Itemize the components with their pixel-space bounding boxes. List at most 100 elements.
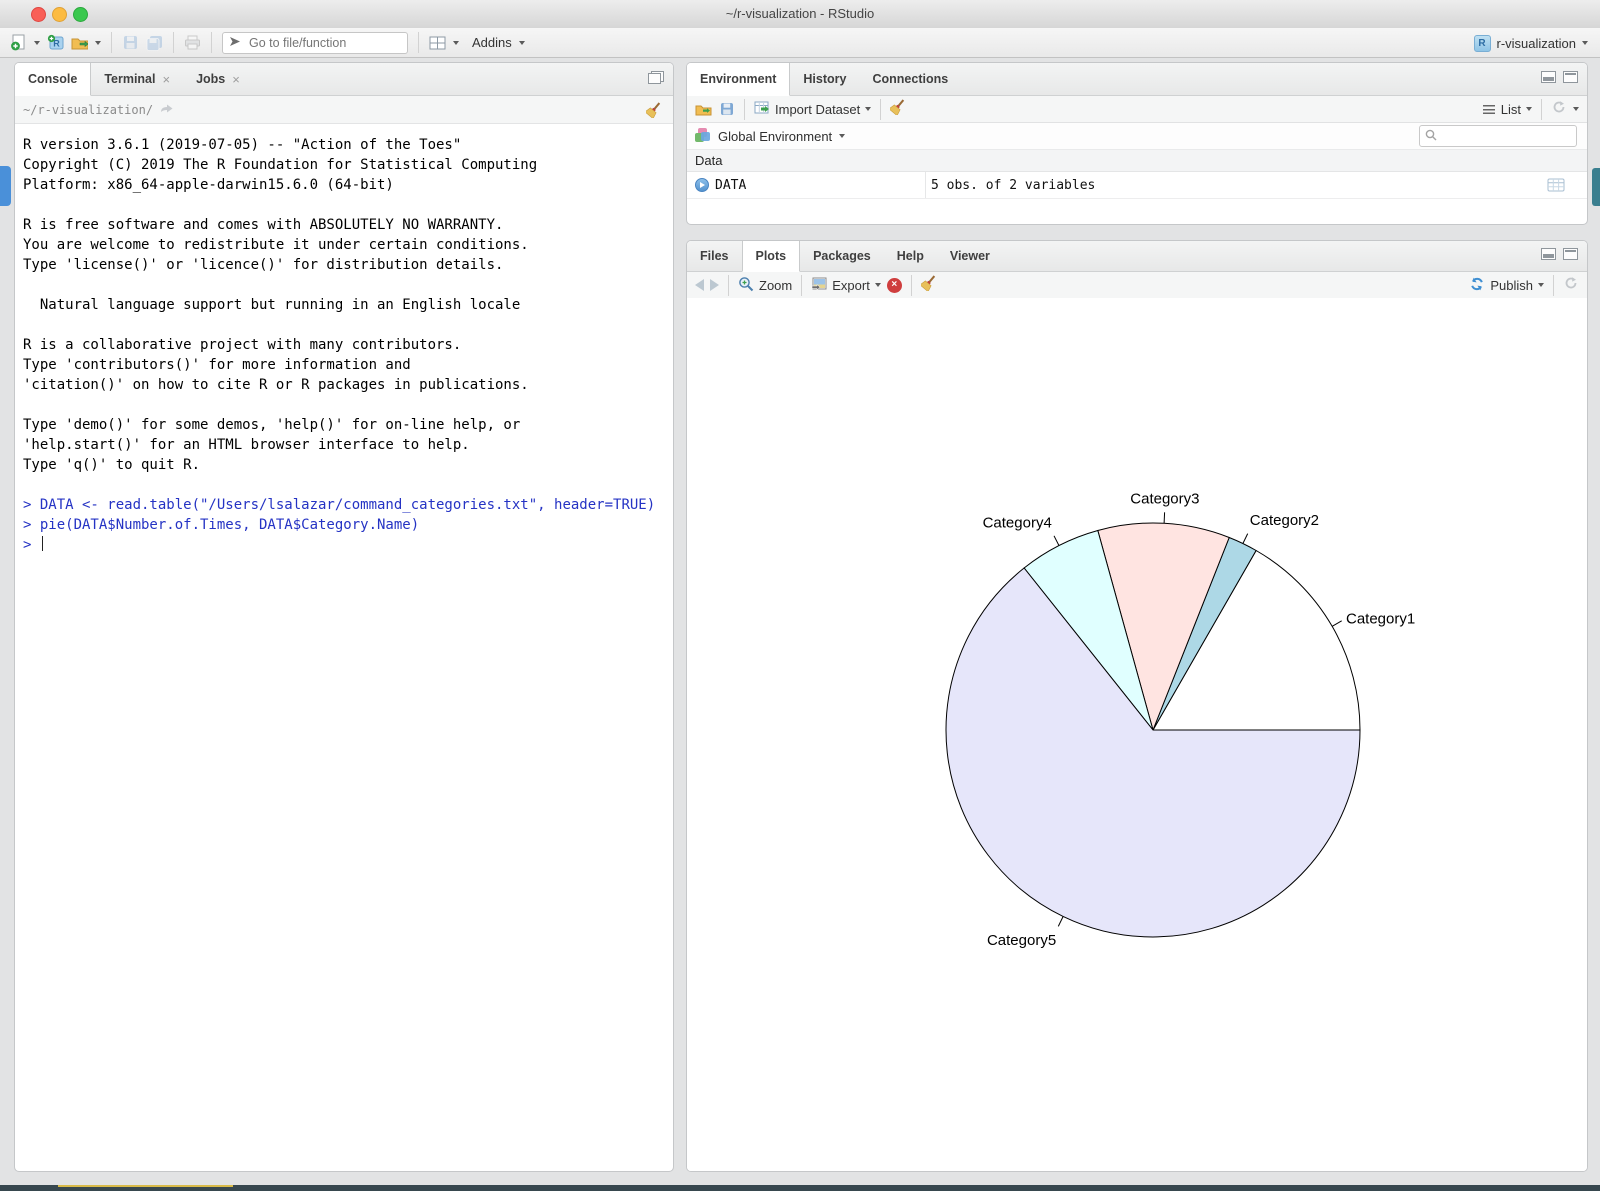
- console-tabbar: Console Terminal × Jobs ×: [15, 63, 673, 96]
- console-output-line: R is a collaborative project with many c…: [23, 335, 665, 355]
- save-icon[interactable]: [122, 34, 139, 51]
- addins-menu[interactable]: Addins: [472, 35, 512, 50]
- refresh-environment-dropdown-icon[interactable]: [1573, 107, 1579, 111]
- tab-plots[interactable]: Plots: [742, 241, 801, 272]
- minimize-plots-pane-icon[interactable]: [1541, 248, 1556, 260]
- tab-history[interactable]: History: [790, 63, 859, 95]
- print-icon[interactable]: [184, 34, 201, 51]
- pie-tick: [1164, 512, 1165, 523]
- tab-files-label: Files: [700, 249, 729, 263]
- environment-toolbar: Import Dataset List: [687, 96, 1587, 123]
- load-workspace-icon[interactable]: [695, 101, 712, 118]
- tab-files[interactable]: Files: [687, 241, 742, 271]
- new-file-dropdown-icon[interactable]: [34, 41, 40, 45]
- list-view-button[interactable]: List: [1501, 102, 1532, 117]
- console-input-line: > pie(DATA$Number.of.Times, DATA$Categor…: [23, 515, 665, 535]
- tab-plots-label: Plots: [756, 249, 787, 263]
- publish-icon: [1469, 276, 1485, 295]
- goto-arrow-icon: [229, 34, 241, 52]
- toolbar-separator: [418, 32, 419, 53]
- pie-label-category2: Category2: [1250, 512, 1319, 529]
- maximize-plots-pane-icon[interactable]: [1563, 248, 1578, 260]
- export-plot-button[interactable]: Export: [811, 277, 881, 294]
- list-view-icon: [1483, 105, 1495, 114]
- close-jobs-tab-icon[interactable]: ×: [232, 73, 240, 86]
- publish-plot-button[interactable]: Publish: [1469, 276, 1544, 295]
- goto-file-input[interactable]: [247, 35, 381, 51]
- console-output-line: Type 'contributors()' for more informati…: [23, 355, 665, 375]
- pie-label-category1: Category1: [1346, 610, 1415, 627]
- pie-chart-svg: Category1Category2Category3Category4Cate…: [687, 298, 1588, 1172]
- tab-connections[interactable]: Connections: [859, 63, 961, 95]
- environment-scope-dropdown-icon[interactable]: [839, 134, 845, 138]
- console-output-line: Type 'q()' to quit R.: [23, 455, 665, 475]
- goto-file-search[interactable]: [222, 32, 408, 54]
- addins-dropdown-icon[interactable]: [519, 41, 525, 45]
- publish-dropdown-icon: [1538, 283, 1544, 287]
- console-output-line: R is free software and comes with ABSOLU…: [23, 215, 665, 235]
- tab-jobs[interactable]: Jobs ×: [183, 63, 253, 95]
- tab-environment-label: Environment: [700, 72, 776, 86]
- close-terminal-tab-icon[interactable]: ×: [162, 73, 170, 86]
- tab-environment[interactable]: Environment: [687, 63, 790, 96]
- refresh-plot-icon[interactable]: [1563, 275, 1579, 296]
- previous-plot-icon[interactable]: [695, 279, 704, 291]
- console-prompt-line[interactable]: >: [23, 535, 665, 555]
- console-output-line: 'help.start()' for an HTML browser inter…: [23, 435, 665, 455]
- background-window-fragment-right: [1592, 168, 1600, 206]
- clear-environment-icon[interactable]: [890, 98, 907, 120]
- next-plot-icon[interactable]: [710, 279, 719, 291]
- toolbar-separator: [744, 99, 745, 120]
- tab-help-label: Help: [897, 249, 924, 263]
- clear-all-plots-icon[interactable]: [921, 274, 938, 296]
- zoom-plot-label: Zoom: [759, 278, 792, 293]
- toolbar-separator: [1541, 99, 1542, 120]
- tab-history-label: History: [803, 72, 846, 86]
- pie-label-category3: Category3: [1130, 490, 1199, 507]
- tab-packages[interactable]: Packages: [800, 241, 884, 271]
- publish-plot-label: Publish: [1490, 278, 1533, 293]
- new-file-icon[interactable]: [10, 34, 27, 51]
- tab-terminal[interactable]: Terminal ×: [91, 63, 183, 95]
- new-project-icon[interactable]: R: [47, 34, 64, 51]
- tab-help[interactable]: Help: [884, 241, 937, 271]
- expand-object-icon[interactable]: [695, 178, 709, 192]
- environment-tabbar: Environment History Connections: [687, 63, 1587, 96]
- save-all-icon[interactable]: [146, 34, 163, 51]
- import-dataset-label: Import Dataset: [775, 102, 860, 117]
- goto-directory-icon[interactable]: [160, 103, 174, 117]
- project-menu-button[interactable]: R r-visualization: [1474, 28, 1588, 58]
- save-workspace-icon[interactable]: [718, 101, 735, 118]
- open-file-icon[interactable]: [71, 34, 88, 51]
- tab-console[interactable]: Console: [15, 63, 91, 96]
- view-data-grid-icon[interactable]: [1547, 178, 1565, 196]
- export-dropdown-icon: [875, 283, 881, 287]
- tab-console-label: Console: [28, 72, 77, 86]
- tab-viewer[interactable]: Viewer: [937, 241, 1003, 271]
- console-output[interactable]: R version 3.6.1 (2019-07-05) -- "Action …: [15, 124, 673, 566]
- environment-search-box[interactable]: [1419, 125, 1577, 147]
- environment-scope-label[interactable]: Global Environment: [718, 129, 832, 144]
- working-directory: ~/r-visualization/: [23, 103, 153, 117]
- environment-pane: Environment History Connections Import D…: [686, 62, 1588, 225]
- remove-plot-icon[interactable]: ×: [887, 278, 902, 293]
- import-dataset-button[interactable]: Import Dataset: [754, 101, 871, 117]
- environment-search-input[interactable]: [1442, 128, 1556, 144]
- clear-console-icon[interactable]: [646, 101, 663, 121]
- text-cursor: [42, 536, 44, 551]
- toolbar-separator: [728, 275, 729, 296]
- refresh-environment-icon[interactable]: [1551, 99, 1567, 120]
- maximize-environment-pane-icon[interactable]: [1563, 71, 1578, 83]
- pie-tick: [1332, 621, 1342, 627]
- environment-object-row[interactable]: DATA 5 obs. of 2 variables: [687, 172, 1587, 199]
- pane-layout-dropdown-icon[interactable]: [453, 41, 459, 45]
- pie-label-category4: Category4: [983, 514, 1052, 531]
- zoom-plot-button[interactable]: Zoom: [738, 276, 792, 295]
- tab-jobs-label: Jobs: [196, 72, 225, 86]
- open-file-dropdown-icon[interactable]: [95, 41, 101, 45]
- toolbar-separator: [1553, 275, 1554, 296]
- minimize-environment-pane-icon[interactable]: [1541, 71, 1556, 83]
- console-output-line: Platform: x86_64-apple-darwin15.6.0 (64-…: [23, 175, 665, 195]
- maximize-console-pane-icon[interactable]: [648, 71, 664, 84]
- pane-layout-icon[interactable]: [429, 34, 446, 51]
